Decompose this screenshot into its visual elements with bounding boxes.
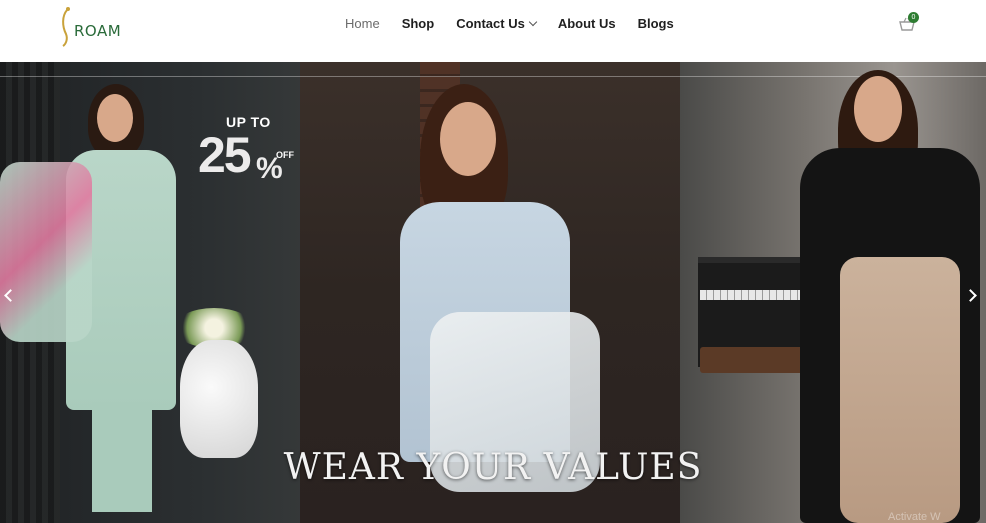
nav-home[interactable]: Home (345, 16, 380, 31)
slider-prev-button[interactable] (2, 286, 17, 306)
chevron-right-icon (964, 289, 977, 302)
logo-text: ROAM (74, 22, 122, 40)
nav-contact-us[interactable]: Contact Us (456, 16, 538, 31)
hero-slogan: WEAR YOUR VALUES (283, 447, 703, 488)
nav-contact-us-label: Contact Us (456, 16, 525, 31)
chevron-down-icon (528, 17, 538, 27)
promo-number: 25 (198, 127, 252, 183)
nav-about-us[interactable]: About Us (558, 16, 616, 31)
brand-logo[interactable]: ROAM (58, 6, 138, 50)
cart-button[interactable]: 0 (898, 12, 920, 34)
promo-suffix: OFF (276, 150, 294, 160)
main-nav: Home Shop Contact Us About Us Blogs (345, 16, 696, 31)
hero-slider: UP TO 25 % OFF WEAR YOUR VALUES Activate… (0, 62, 986, 523)
cart-count-badge: 0 (908, 12, 919, 23)
promo-badge: UP TO 25 % OFF (196, 114, 306, 204)
vase-decoration (180, 340, 258, 458)
chevron-left-icon (4, 289, 17, 302)
nav-shop[interactable]: Shop (402, 16, 435, 31)
activate-windows-watermark: Activate W (888, 511, 941, 523)
site-header: ROAM Home Shop Contact Us About Us Blogs… (0, 0, 986, 62)
nav-blogs[interactable]: Blogs (638, 16, 674, 31)
slider-next-button[interactable] (964, 286, 980, 306)
